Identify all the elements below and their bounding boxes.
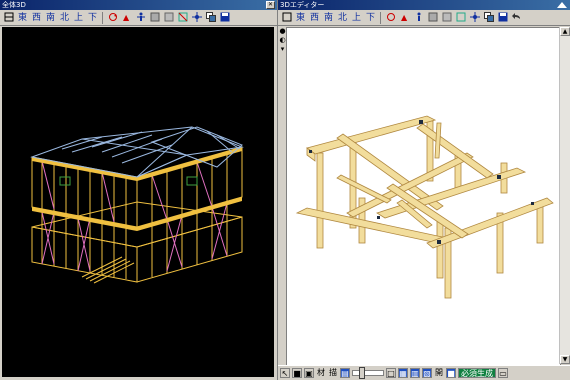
strut (434, 122, 442, 159)
beam (306, 115, 437, 155)
move-icon[interactable] (468, 12, 481, 24)
grid-toggle-button[interactable]: ▦ (398, 368, 408, 378)
frame-icon[interactable] (454, 12, 467, 24)
copy-icon[interactable] (204, 12, 217, 24)
side-tool-icon[interactable]: ▾ (279, 45, 286, 54)
post (316, 152, 324, 249)
view-east-button[interactable]: 東 (294, 12, 307, 24)
level-icon[interactable]: ▲ (398, 12, 411, 24)
overall-3d-viewport[interactable] (2, 27, 274, 377)
svg-text:▲: ▲ (401, 13, 408, 22)
layout-icon[interactable] (280, 12, 293, 24)
mode-button[interactable]: ▤ (340, 368, 350, 378)
frame-icon[interactable] (176, 12, 189, 24)
vertical-scrollbar[interactable]: ▲ ▼ (559, 27, 570, 364)
3d-editor-titlebar: 3Dエディター (278, 0, 570, 10)
3d-editor-viewport[interactable] (286, 27, 561, 366)
grid2-icon[interactable] (440, 12, 453, 24)
save-icon[interactable] (218, 12, 231, 24)
draw-label: 描 (329, 368, 337, 377)
view-bottom-button[interactable]: 下 (364, 12, 377, 24)
open-label[interactable]: 開 (434, 368, 444, 378)
overall-3d-window: 全体3D ✕ 東 西 南 北 上 下 ▲ (0, 0, 277, 380)
view-west-button[interactable]: 西 (30, 12, 43, 24)
side-tool-icon[interactable]: ◐ (279, 36, 286, 45)
post (436, 217, 444, 279)
undo-icon[interactable] (510, 12, 523, 24)
overall-3d-toolbar: 東 西 南 北 上 下 ▲ (0, 10, 277, 26)
view-south-button[interactable]: 南 (322, 12, 335, 24)
window-title: 3Dエディター (280, 1, 325, 9)
generate-button[interactable]: 必須生成 (458, 368, 496, 378)
frame-toggle-button[interactable]: ▥ (410, 368, 420, 378)
toolbar-separator (380, 11, 381, 24)
level-icon[interactable]: ▲ (120, 12, 133, 24)
tool-button[interactable]: □ (386, 368, 396, 378)
lock-button[interactable]: ■ (446, 368, 456, 378)
copy-icon[interactable] (482, 12, 495, 24)
view-east-button[interactable]: 東 (16, 12, 29, 24)
scroll-down-icon[interactable]: ▼ (560, 355, 570, 364)
view-bottom-button[interactable]: 下 (86, 12, 99, 24)
side-wall (136, 216, 243, 283)
view-north-button[interactable]: 北 (336, 12, 349, 24)
view-top-button[interactable]: 上 (72, 12, 85, 24)
layer-toggle-button[interactable]: ▧ (422, 368, 432, 378)
maximize-icon[interactable] (557, 2, 567, 8)
overall-3d-titlebar: 全体3D ✕ (0, 0, 277, 10)
zoom-slider[interactable] (352, 367, 384, 379)
grid-icon[interactable] (426, 12, 439, 24)
view-south-button[interactable]: 南 (44, 12, 57, 24)
side-tool-icon[interactable]: ● (279, 27, 286, 36)
roof-frame (30, 126, 244, 178)
3d-editor-toolbar: 東 西 南 北 上 下 ▲ (278, 10, 570, 26)
window-title: 全体3D (2, 1, 26, 9)
status-bar: ↖ ■ ▣ 材 描 ▤ □ ▦ ▥ ▧ 開 ■ 必須生成 ▭ (278, 365, 570, 380)
view-tool-button[interactable]: ■ (292, 368, 302, 378)
view-north-button[interactable]: 北 (58, 12, 71, 24)
arrow-tool-button[interactable]: ↖ (280, 368, 290, 378)
person-icon[interactable] (134, 12, 147, 24)
slider-thumb[interactable] (359, 367, 365, 379)
toolbar-separator (102, 11, 103, 24)
close-button[interactable]: ✕ (266, 1, 275, 9)
3d-editor-window: 3Dエディター 東 西 南 北 上 下 ▲ ● ◐ ▾ ▲ ▼ ↖ ■ ▣ 材 … (277, 0, 570, 380)
side-tool-strip: ● ◐ ▾ (279, 27, 286, 87)
person-icon[interactable] (412, 12, 425, 24)
rotate-icon[interactable] (106, 12, 119, 24)
grid-icon[interactable] (148, 12, 161, 24)
window-button[interactable]: ▭ (498, 368, 508, 378)
grid2-icon[interactable] (162, 12, 175, 24)
view-top-button[interactable]: 上 (350, 12, 363, 24)
save-icon[interactable] (496, 12, 509, 24)
layout-icon[interactable] (2, 12, 15, 24)
rotate-icon[interactable] (384, 12, 397, 24)
svg-text:▲: ▲ (123, 13, 130, 22)
material-label: 材 (317, 368, 325, 377)
scroll-up-icon[interactable]: ▲ (560, 27, 570, 36)
house-frame-model (30, 126, 244, 284)
move-icon[interactable] (190, 12, 203, 24)
layer-tool-button[interactable]: ▣ (304, 368, 314, 378)
view-west-button[interactable]: 西 (308, 12, 321, 24)
timber-frame-model (295, 115, 554, 299)
